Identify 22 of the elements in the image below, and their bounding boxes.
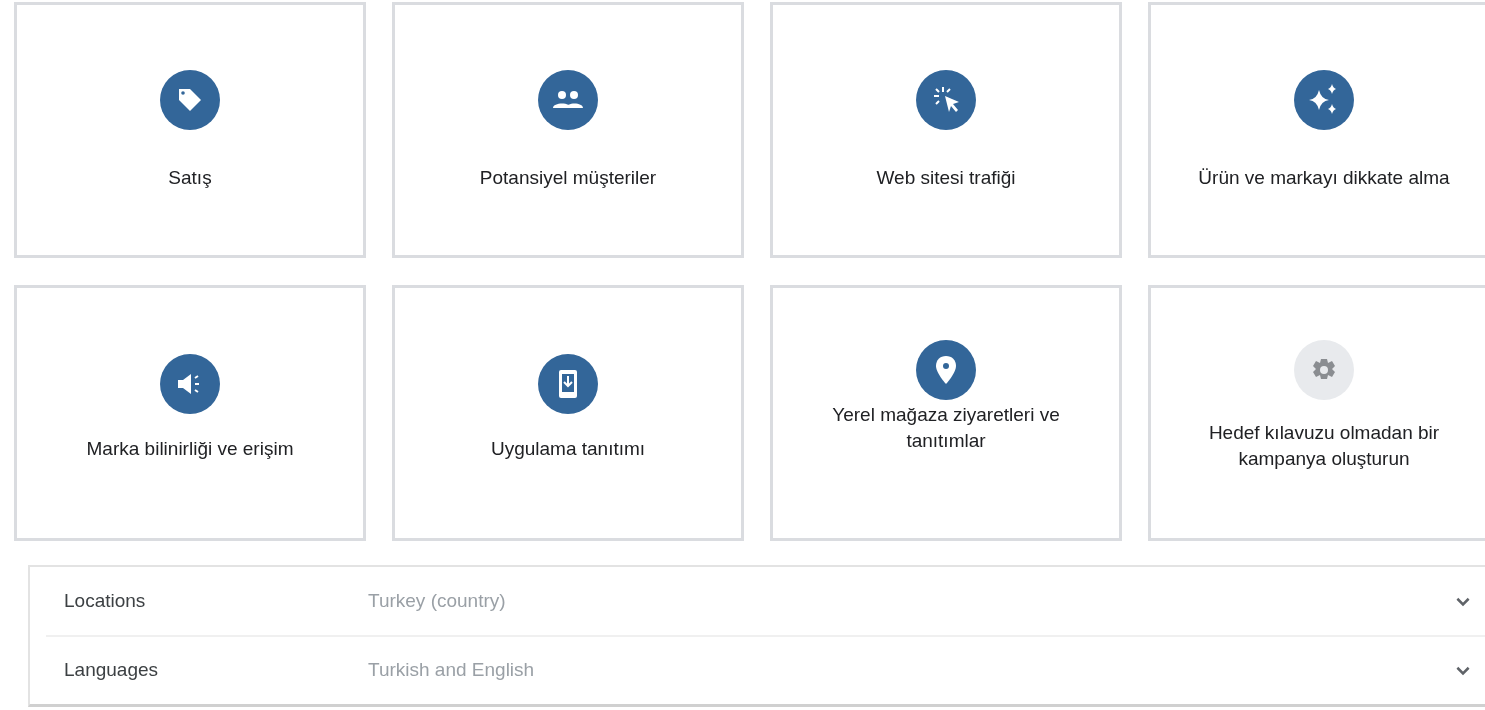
goal-card[interactable]: Marka bilinirliği ve erişim	[14, 285, 366, 541]
goal-label: Potansiyel müşteriler	[479, 166, 657, 190]
goal-label: Web sitesi trafiği	[876, 166, 1016, 190]
settings-row[interactable]: Languages Turkish and English	[46, 636, 1485, 704]
goal-card[interactable]: Satış	[14, 2, 366, 258]
goal-card[interactable]: Potansiyel müşteriler	[392, 2, 744, 258]
setting-name: Languages	[64, 659, 160, 682]
setting-value: Turkey (country)	[368, 589, 507, 612]
goal-label: Yerel mağaza ziyaretleri ve tanıtımlar	[831, 403, 1061, 453]
goal-label: Satış	[168, 166, 212, 190]
goal-card[interactable]: Uygulama tanıtımı	[392, 285, 744, 541]
settings-row[interactable]: Locations Turkey (country)	[46, 567, 1485, 637]
goal-card[interactable]: Yerel mağaza ziyaretleri ve tanıtımlar	[770, 285, 1122, 541]
goal-card[interactable]: Web sitesi trafiği	[770, 2, 1122, 258]
goal-card[interactable]: Hedef kılavuzu olmadan bir kampanya oluşturun	[1148, 285, 1485, 541]
setting-value: Turkish and English	[368, 659, 536, 682]
goal-label: Marka bilinirliği ve erişim	[86, 437, 294, 461]
goal-label: Uygulama tanıtımı	[490, 437, 646, 461]
goal-label: Ürün ve markayı dikkate alma	[1198, 166, 1450, 190]
goal-label: Hedef kılavuzu olmadan bir kampanya oluşturun	[1207, 421, 1441, 471]
setting-name: Locations	[64, 589, 147, 612]
goal-card[interactable]: Ürün ve markayı dikkate alma	[1148, 2, 1485, 258]
